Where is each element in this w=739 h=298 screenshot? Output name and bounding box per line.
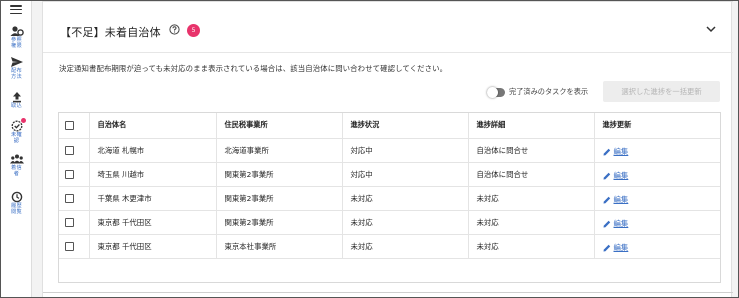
edit-link[interactable]: 編集: [603, 146, 629, 157]
cell-office: 東京本社事業所: [216, 234, 343, 259]
cell-status: 対応中: [342, 162, 469, 187]
row-checkbox[interactable]: [65, 193, 74, 203]
row-checkbox[interactable]: [65, 169, 74, 179]
cell-municipality: 千葉県 木更津市: [89, 186, 217, 211]
cell-detail: 未対応: [468, 186, 595, 211]
table-row: 北海道 札幌市 北海道事業所 対応中 自治体に問合せ 編集: [59, 138, 720, 163]
col-header-office: 住民税事業所: [216, 113, 343, 139]
edit-link[interactable]: 編集: [603, 194, 629, 205]
bulk-update-button[interactable]: 選択した進捗を一括更新: [603, 81, 720, 102]
table-row: 東京都 千代田区 東京本社事業所 未対応 未対応 編集: [59, 234, 720, 259]
row-checkbox[interactable]: [65, 241, 74, 251]
page-title: 【不足】未着自治体: [60, 26, 161, 39]
show-completed-toggle[interactable]: 完了済みのタスクを表示: [487, 86, 588, 98]
municipality-table: 自治体名 住民税事業所 進捗状況 進捗詳細 進捗更新 北海道 札幌市 北海道事業…: [58, 112, 721, 283]
cell-municipality: 東京都 千代田区: [89, 210, 217, 235]
card-header[interactable]: 【不足】未着自治体 5: [43, 11, 733, 53]
cell-status: 対応中: [342, 138, 469, 163]
edit-label: 編集: [613, 147, 629, 157]
main-content: 【不足】未着自治体 5 決定通知書配布期限が迫っても未対応のまま表示されている場…: [42, 1, 733, 297]
sidebar: 参照 権限 配布 方法 取込 未確認 着信者 履歴 閲覧: [1, 1, 32, 297]
edit-link[interactable]: 編集: [603, 170, 629, 181]
cell-office: 関東第2事業所: [216, 162, 343, 187]
sidebar-item-distribution[interactable]: 配布 方法: [1, 56, 32, 81]
row-checkbox[interactable]: [65, 145, 74, 155]
edit-label: 編集: [613, 243, 629, 253]
help-icon[interactable]: [169, 24, 180, 35]
pencil-icon: [603, 244, 610, 252]
select-all-cell: [59, 113, 90, 139]
cell-detail: 自治体に問合せ: [468, 162, 595, 187]
sidebar-item-permissions[interactable]: 参照 権限: [1, 25, 32, 50]
pencil-icon: [603, 220, 610, 228]
cell-detail: 未対応: [468, 210, 595, 235]
sidebar-item-label: 参照 権限: [11, 37, 22, 50]
sidebar-item-label: 取込: [11, 103, 22, 109]
notification-dot: [20, 118, 26, 123]
table-row: 東京都 千代田区 関東第2事業所 未対応 未対応 編集: [59, 210, 720, 235]
pencil-icon: [603, 196, 610, 204]
cell-office: 北海道事業所: [216, 138, 343, 163]
cell-office: 関東第2事業所: [216, 186, 343, 211]
cell-detail: 自治体に問合せ: [468, 138, 595, 163]
check-circle-icon: [10, 118, 26, 132]
sidebar-item-recipients[interactable]: 着信者: [1, 153, 32, 178]
cell-status: 未対応: [342, 234, 469, 259]
history-icon: [10, 191, 24, 203]
sidebar-item-label: 着信者: [11, 165, 22, 178]
edit-label: 編集: [613, 195, 629, 205]
gear-user-icon: [10, 25, 24, 37]
cell-municipality: 東京都 千代田区: [89, 234, 217, 259]
sidebar-item-history[interactable]: 履歴 閲覧: [1, 191, 32, 216]
edit-link[interactable]: 編集: [603, 242, 629, 253]
sidebar-item-label: 配布 方法: [11, 68, 22, 81]
send-icon: [10, 56, 24, 68]
sidebar-item-label: 履歴 閲覧: [11, 203, 22, 216]
sidebar-item-import[interactable]: 取込: [1, 91, 32, 109]
count-badge: 5: [187, 24, 200, 37]
cell-status: 未対応: [342, 186, 469, 211]
table-row: 千葉県 木更津市 関東第2事業所 未対応 未対応 編集: [59, 186, 720, 211]
col-header-update: 進捗更新: [594, 113, 720, 139]
table-header-row: 自治体名 住民税事業所 進捗状況 進捗詳細 進捗更新: [59, 113, 720, 139]
cell-detail: 未対応: [468, 234, 595, 259]
cell-status: 未対応: [342, 210, 469, 235]
edit-label: 編集: [613, 219, 629, 229]
edit-label: 編集: [613, 171, 629, 181]
notice-text: 決定通知書配布期限が迫っても未対応のまま表示されている場合は、該当自治体に問い合…: [59, 64, 448, 73]
upload-icon: [10, 91, 24, 103]
toggle-label: 完了済みのタスクを表示: [509, 87, 589, 96]
pencil-icon: [603, 172, 610, 180]
chevron-down-icon[interactable]: [706, 25, 716, 33]
table-row: 埼玉県 川越市 関東第2事業所 対応中 自治体に問合せ 編集: [59, 162, 720, 187]
people-icon: [9, 153, 24, 165]
row-checkbox[interactable]: [65, 217, 74, 227]
cell-municipality: 埼玉県 川越市: [89, 162, 217, 187]
edit-link[interactable]: 編集: [603, 218, 629, 229]
unarrived-municipalities-card: 【不足】未着自治体 5 決定通知書配布期限が迫っても未対応のまま表示されている場…: [42, 1, 733, 297]
cell-office: 関東第2事業所: [216, 210, 343, 235]
sidebar-item-unconfirmed[interactable]: 未確認: [1, 118, 32, 145]
col-header-status: 進捗状況: [342, 113, 469, 139]
sidebar-item-label: 未確認: [11, 132, 22, 145]
col-header-municipality: 自治体名: [89, 113, 217, 139]
select-all-checkbox[interactable]: [65, 121, 74, 130]
pencil-icon: [603, 148, 610, 156]
col-header-detail: 進捗詳細: [468, 113, 595, 139]
card-bottom-divider: [43, 292, 733, 293]
cell-municipality: 北海道 札幌市: [89, 138, 217, 163]
hamburger-menu-icon[interactable]: [10, 5, 22, 15]
toggle-switch[interactable]: [487, 86, 505, 98]
